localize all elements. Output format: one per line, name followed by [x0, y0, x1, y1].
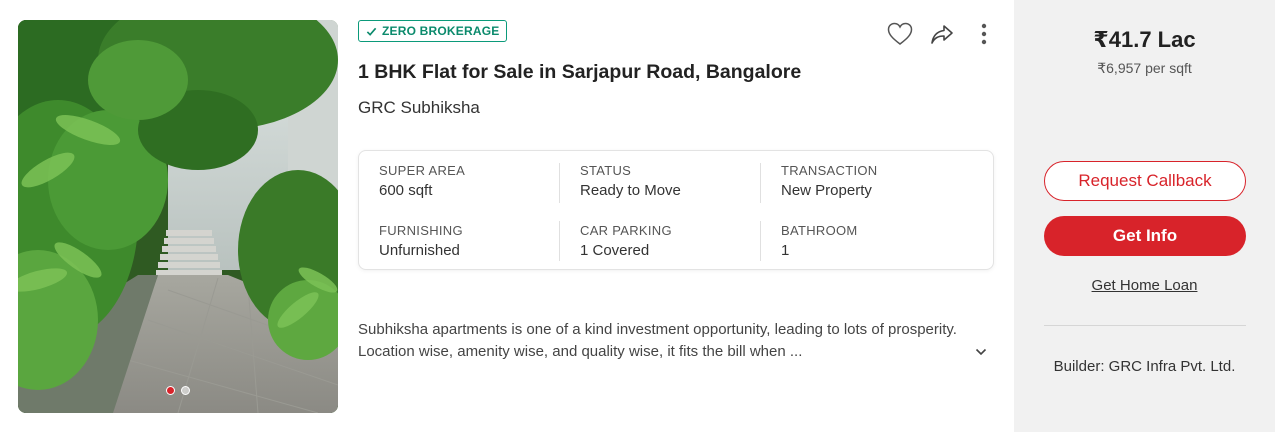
project-name[interactable]: GRC Subhiksha [358, 98, 480, 118]
carousel-dot-2[interactable] [181, 386, 190, 395]
heart-icon [887, 22, 913, 45]
spec-label: FURNISHING [379, 223, 463, 238]
divider [559, 221, 560, 261]
property-photo[interactable] [18, 20, 338, 413]
spec-value: Ready to Move [580, 182, 681, 199]
listing-title[interactable]: 1 BHK Flat for Sale in Sarjapur Road, Ba… [358, 61, 801, 84]
more-options-button[interactable] [970, 20, 998, 48]
request-callback-button[interactable]: Request Callback [1044, 161, 1246, 201]
check-icon [366, 27, 377, 36]
photo-image [18, 20, 338, 413]
specs-box: SUPER AREA 600 sqft STATUS Ready to Move… [358, 150, 994, 270]
get-info-button[interactable]: Get Info [1044, 216, 1246, 256]
listing-description: Subhiksha apartments is one of a kind in… [358, 321, 957, 360]
more-vertical-icon [981, 23, 987, 45]
divider [760, 221, 761, 261]
divider [559, 163, 560, 203]
spec-value: New Property [781, 182, 872, 199]
divider [1044, 325, 1246, 326]
spec-car-parking: CAR PARKING 1 Covered [580, 223, 760, 259]
spec-label: SUPER AREA [379, 163, 466, 178]
spec-super-area: SUPER AREA 600 sqft [379, 163, 559, 199]
carousel-dot-1[interactable] [166, 386, 175, 395]
spec-value: 1 [781, 242, 790, 259]
card-actions [886, 20, 998, 48]
spec-label: STATUS [580, 163, 632, 178]
spec-value: 1 Covered [580, 242, 650, 259]
spec-value: 600 sqft [379, 182, 433, 199]
spec-transaction: TRANSACTION New Property [781, 163, 961, 199]
spec-label: TRANSACTION [781, 163, 878, 178]
zero-brokerage-badge: ZERO BROKERAGE [358, 20, 508, 42]
spec-label: CAR PARKING [580, 223, 672, 238]
share-icon [931, 25, 953, 44]
badge-label: ZERO BROKERAGE [382, 24, 500, 38]
spec-label: BATHROOM [781, 223, 858, 238]
price: ₹41.7 Lac [1093, 27, 1196, 52]
divider [760, 163, 761, 203]
spec-status: STATUS Ready to Move [580, 163, 760, 199]
price-panel: ₹41.7 Lac ₹6,957 per sqft Request Callba… [1014, 0, 1275, 432]
spec-furnishing: FURNISHING Unfurnished [379, 223, 559, 259]
price-per-sqft: ₹6,957 per sqft [1097, 60, 1192, 76]
chevron-down-icon[interactable] [973, 344, 989, 360]
builder-name: Builder: GRC Infra Pvt. Ltd. [1053, 358, 1236, 375]
spec-value: Unfurnished [379, 242, 460, 259]
property-card: ZERO BROKERAGE 1 BHK Flat for Sale in Sa… [0, 0, 1275, 432]
spec-bathroom: BATHROOM 1 [781, 223, 961, 259]
carousel-dots [18, 386, 338, 395]
get-home-loan-link[interactable]: Get Home Loan [1014, 277, 1275, 294]
share-button[interactable] [928, 20, 956, 48]
favorite-button[interactable] [886, 20, 914, 48]
